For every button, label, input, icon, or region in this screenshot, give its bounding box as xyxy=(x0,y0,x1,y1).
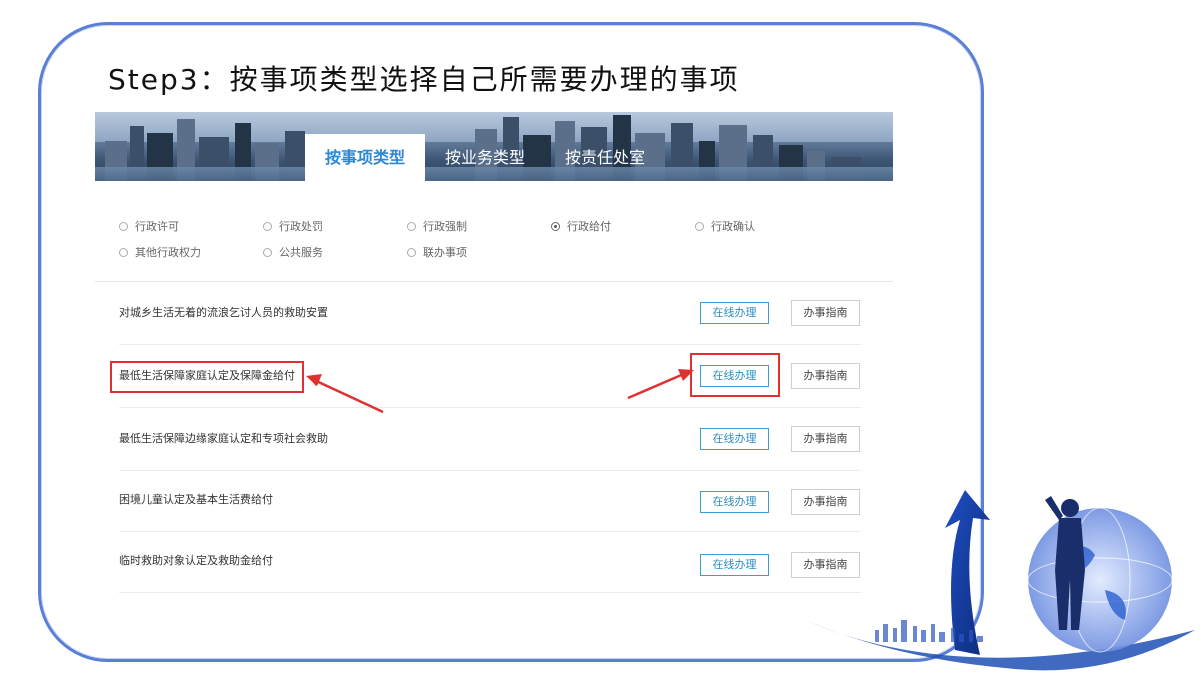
arrow-icon xyxy=(627,369,694,400)
arrow-icon xyxy=(306,374,384,414)
businessman-globe-illustration xyxy=(805,490,1195,671)
